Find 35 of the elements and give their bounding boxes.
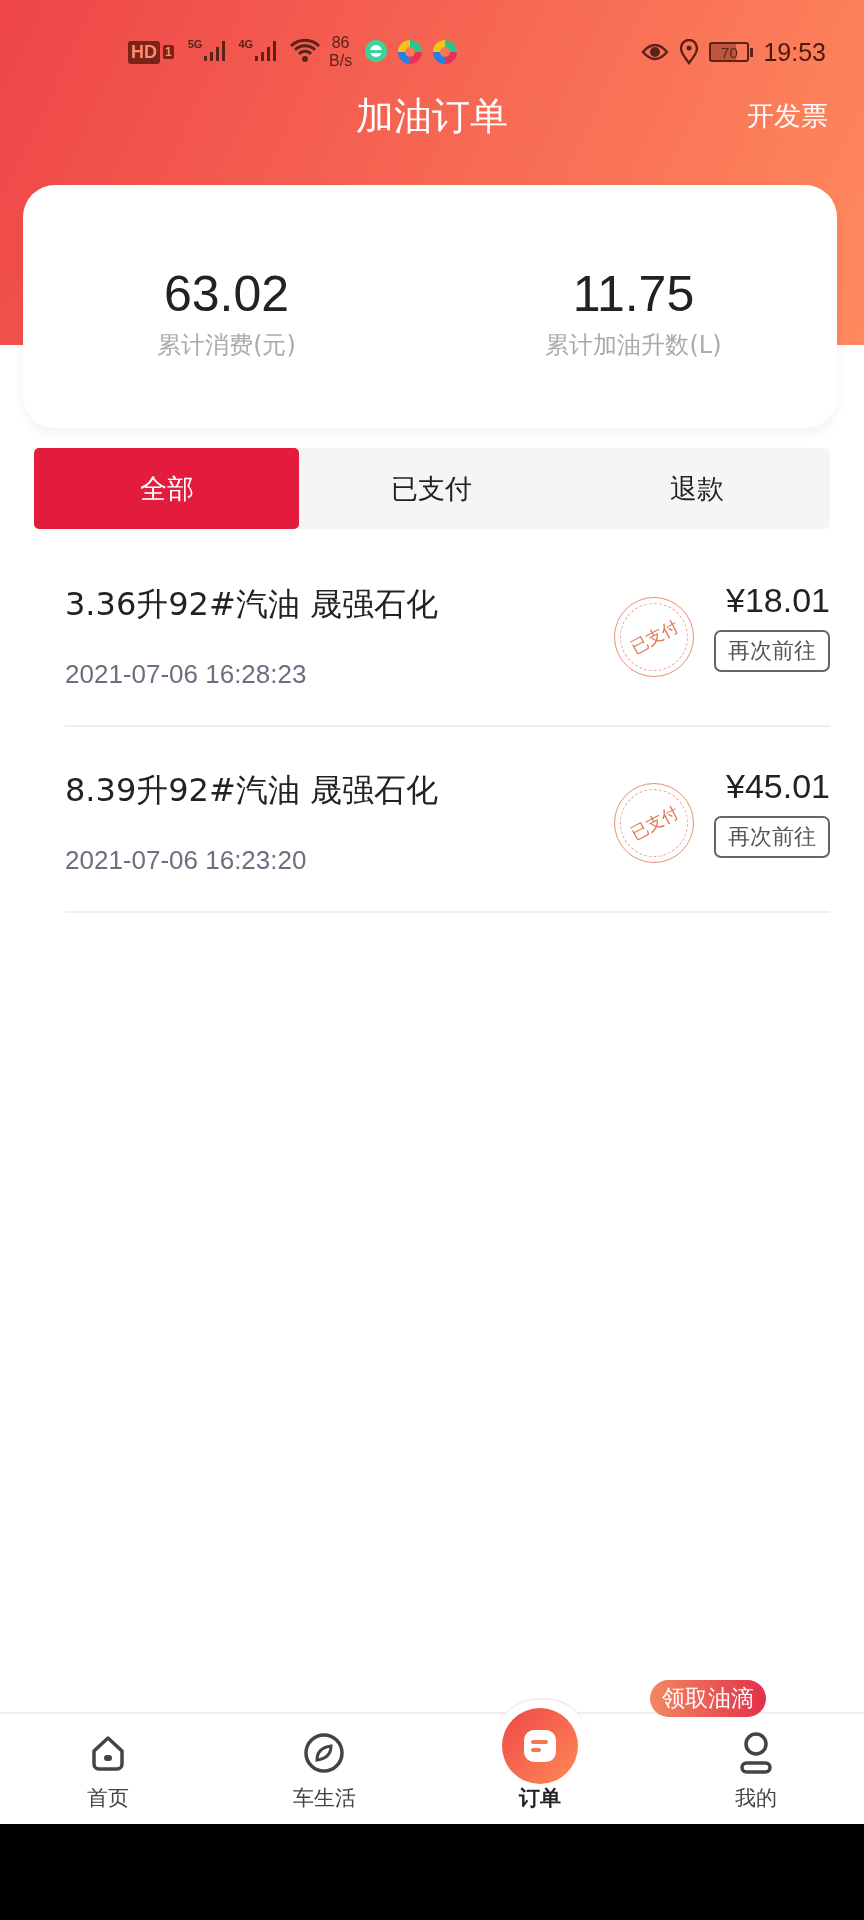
nav-tab[interactable]: 首页: [0, 1714, 216, 1824]
filter-tab[interactable]: 已支付: [299, 448, 565, 529]
nav-tab[interactable]: 订单: [432, 1688, 648, 1824]
network-speed: 86: [331, 34, 350, 52]
summary-value: 63.02: [163, 264, 290, 323]
app-icon: [432, 39, 459, 65]
network-type: 5G: [187, 38, 203, 50]
summary-label: 累计消费(元): [157, 329, 296, 361]
hd-indicator: HD: [128, 40, 160, 64]
order-price: ¥18.01: [726, 580, 830, 620]
order-title: 8.39升92#汽油 晟强石化: [65, 769, 438, 811]
nav-tab[interactable]: 车生活: [216, 1714, 432, 1824]
order-price: ¥45.01: [726, 766, 830, 806]
network-type: 4G: [238, 38, 254, 50]
summary-label: 累计加油升数(L): [545, 329, 722, 361]
summary-value: 11.75: [572, 264, 695, 323]
location-icon: [679, 39, 700, 65]
clock-time: 19:53: [763, 37, 826, 67]
nav-tab[interactable]: 我的: [648, 1714, 864, 1824]
wifi-icon: [289, 37, 322, 63]
speed-unit: B/s: [329, 52, 353, 70]
sim-indicator: 1: [163, 45, 174, 59]
page-title: 加油订单: [356, 92, 508, 140]
app-icon: [364, 39, 389, 63]
eye-icon: [641, 42, 670, 62]
order-title: 3.36升92#汽油 晟强石化: [65, 583, 438, 625]
app-icon: [397, 39, 424, 65]
reorder-button[interactable]: 再次前往: [714, 815, 830, 858]
filter-tab[interactable]: 退款: [564, 448, 830, 529]
reorder-button[interactable]: 再次前往: [714, 629, 830, 672]
order-time: 2021-07-06 16:28:23: [65, 658, 307, 690]
compass-icon: [303, 1732, 345, 1774]
order-time: 2021-07-06 16:23:20: [65, 844, 307, 876]
promo-badge[interactable]: 领取油滴: [650, 1680, 766, 1717]
filter-tab[interactable]: 全部: [34, 448, 300, 529]
